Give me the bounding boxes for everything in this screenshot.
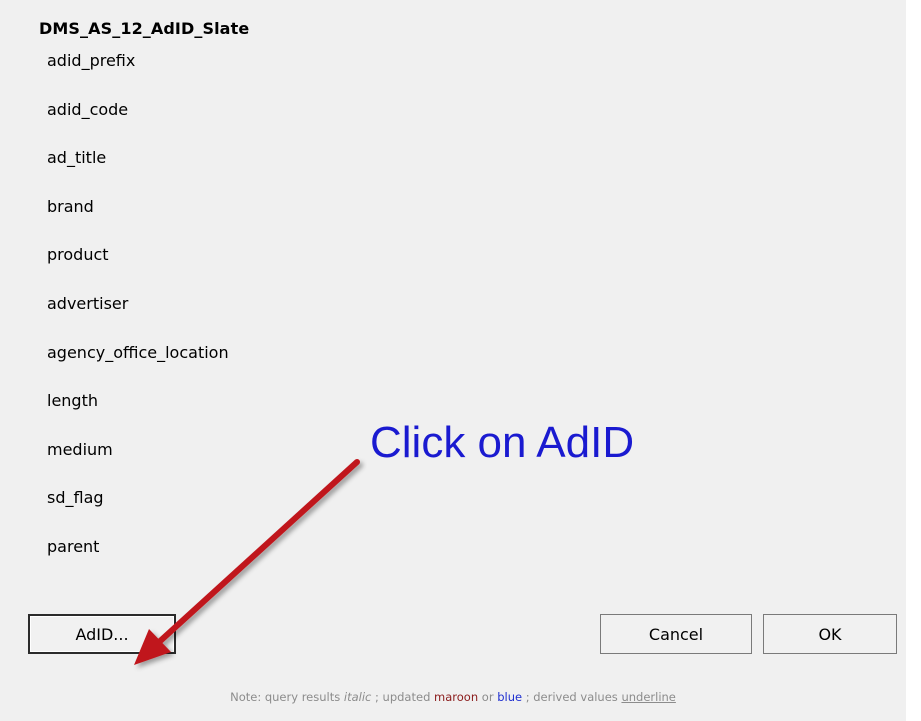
callout-text: Click on AdID bbox=[370, 418, 635, 467]
note-part4: ; derived values bbox=[522, 690, 622, 704]
field-brand: brand bbox=[47, 196, 94, 216]
dialog-panel: DMS_AS_12_AdID_Slate adid_prefix adid_co… bbox=[0, 0, 906, 721]
field-adid-prefix: adid_prefix bbox=[47, 51, 136, 70]
field-sd-flag: sd_flag bbox=[47, 488, 104, 508]
field-ad-title: ad_title bbox=[47, 148, 107, 168]
legend-note: Note: query results italic ; updated mar… bbox=[0, 690, 906, 704]
note-prefix: Note: query results bbox=[230, 690, 344, 704]
dialog-title: DMS_AS_12_AdID_Slate bbox=[39, 19, 250, 38]
note-underline-word: underline bbox=[621, 690, 676, 704]
field-medium: medium bbox=[47, 439, 113, 459]
field-parent: parent bbox=[47, 536, 100, 556]
cancel-button[interactable]: Cancel bbox=[600, 614, 752, 654]
adid-button[interactable]: AdID... bbox=[28, 614, 176, 654]
field-advertiser: advertiser bbox=[47, 293, 129, 313]
note-part3: or bbox=[478, 690, 498, 704]
field-list: adid_prefix adid_code ad_title brand pro… bbox=[47, 46, 229, 581]
note-italic-word: italic bbox=[343, 690, 372, 704]
note-maroon-word: maroon bbox=[434, 690, 479, 704]
field-adid-code: adid_code bbox=[47, 99, 129, 119]
note-part2: ; updated bbox=[371, 690, 435, 704]
ok-button[interactable]: OK bbox=[763, 614, 897, 654]
field-length: length bbox=[47, 391, 98, 411]
field-agency-office-location: agency_office_location bbox=[47, 342, 229, 362]
field-product: product bbox=[47, 245, 109, 265]
note-blue-word: blue bbox=[497, 690, 523, 704]
